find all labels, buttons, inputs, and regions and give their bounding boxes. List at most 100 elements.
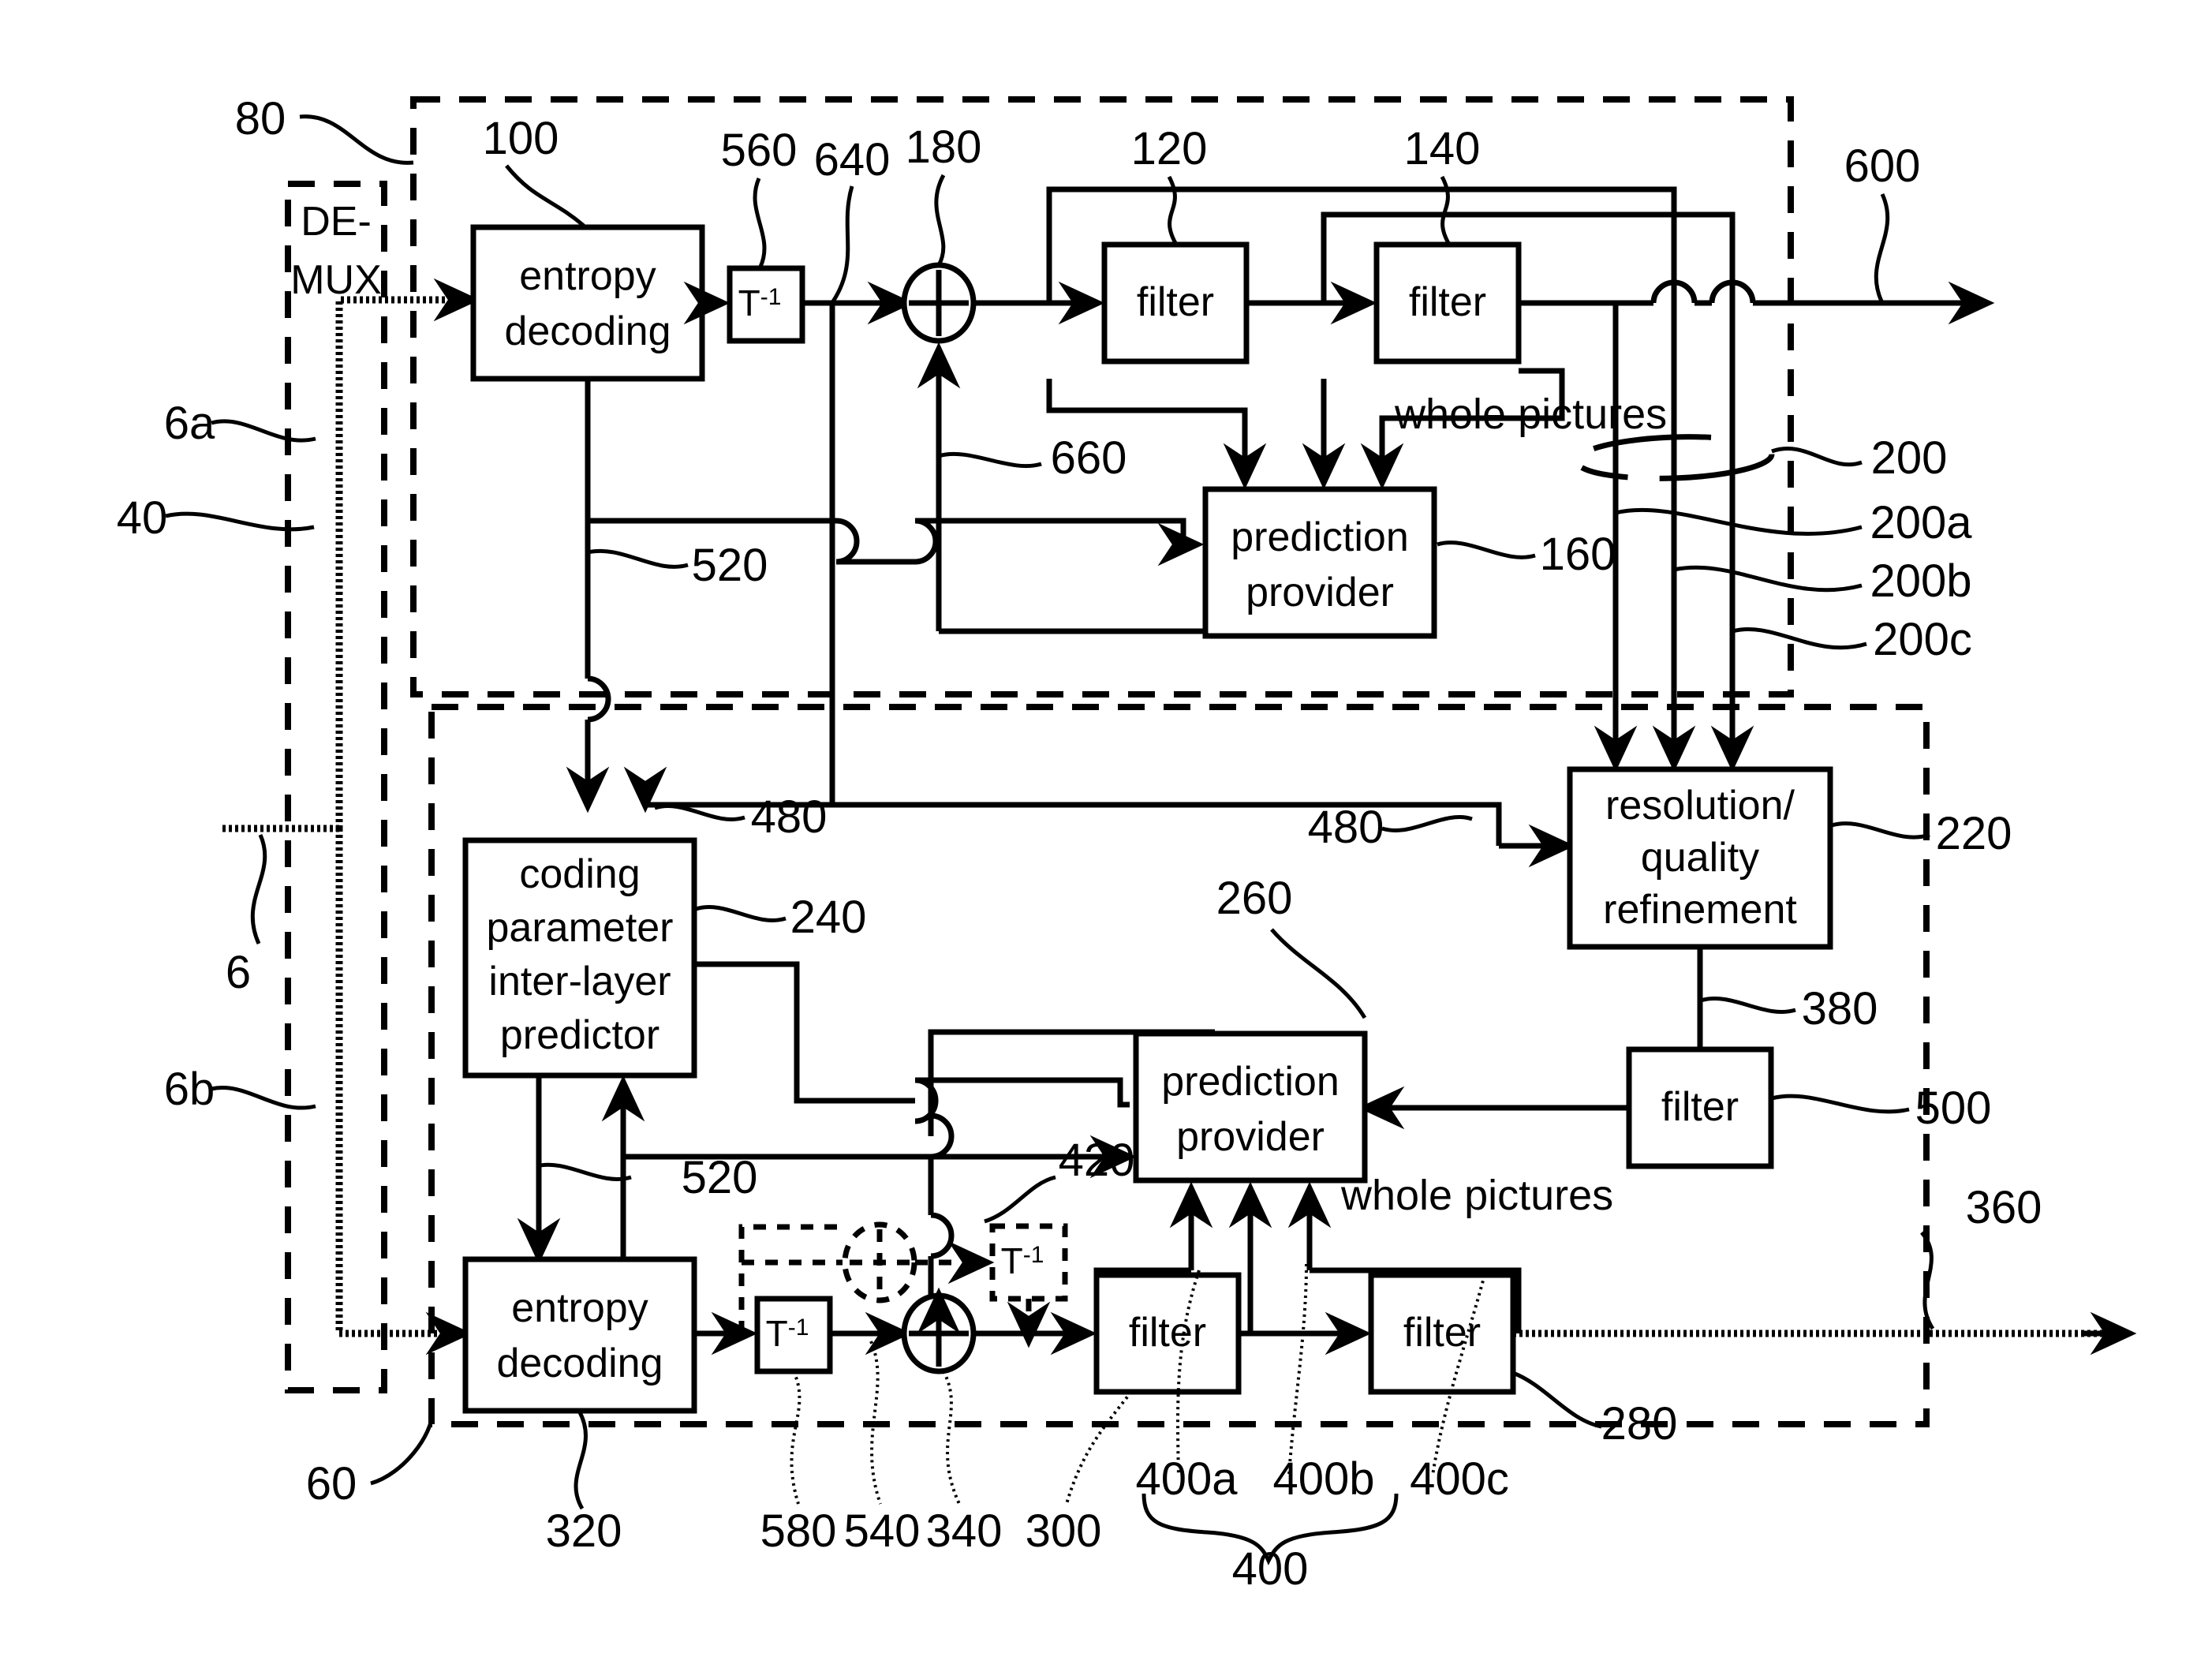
leader-480-right	[1381, 815, 1473, 832]
ref-6b: 6b	[164, 1064, 215, 1115]
ref-260: 260	[1216, 873, 1293, 924]
leader-560	[753, 178, 767, 268]
bitstream-6b-path	[335, 828, 458, 1337]
leader-340	[942, 1371, 961, 1505]
block-label-pp-bot-line1: prediction	[1161, 1059, 1339, 1105]
block-label-demux-line2: MUX	[290, 257, 382, 303]
block-label-cp-line2: parameter	[487, 905, 674, 951]
ref-80: 80	[235, 93, 286, 144]
block-label-filter-140: filter	[1409, 279, 1486, 325]
block-label-cp-line4: predictor	[500, 1012, 659, 1058]
ref-160: 160	[1540, 529, 1616, 580]
figure-canvas: entropy decoding T-1 filter filter whole…	[0, 0, 2212, 1668]
leader-200c	[1732, 627, 1867, 650]
ref-240: 240	[790, 892, 867, 943]
leader-580	[790, 1371, 801, 1505]
leader-60	[370, 1412, 435, 1486]
leader-520-bot	[536, 1162, 632, 1181]
block-label-tinv-dashed: T-1	[1001, 1240, 1044, 1281]
leader-200b	[1673, 565, 1863, 593]
leader-400b	[1287, 1263, 1308, 1476]
ref-380: 380	[1802, 983, 1878, 1034]
ref-140: 140	[1404, 123, 1481, 174]
block-label-entropy-bot-line1: entropy	[511, 1285, 648, 1331]
ref-280: 280	[1601, 1398, 1678, 1449]
ref-500: 500	[1915, 1083, 1992, 1134]
leader-480-left	[654, 804, 745, 821]
ref-560: 560	[721, 125, 798, 176]
block-entropy-decoding-bottom	[462, 1256, 697, 1414]
ref-480-left: 480	[751, 791, 828, 843]
ref-360: 360	[1966, 1182, 2042, 1233]
ref-60: 60	[306, 1458, 357, 1509]
block-label-cp-line1: coding	[519, 851, 640, 897]
label-whole-pictures-bottom: whole pictures	[1340, 1172, 1613, 1219]
ref-40: 40	[117, 492, 168, 544]
ref-520-top: 520	[692, 540, 768, 591]
ref-400a: 400a	[1135, 1453, 1238, 1505]
bitstream-6a-path	[335, 296, 465, 828]
block-label-entropy-top-line2: decoding	[504, 309, 671, 354]
ref-540: 540	[844, 1505, 921, 1557]
block-label-resqual-line3: refinement	[1603, 887, 1797, 933]
leader-420	[984, 1175, 1056, 1224]
ref-660: 660	[1051, 432, 1127, 484]
ref-6a: 6a	[164, 398, 215, 449]
wire-sideinfo-to-pp-top	[915, 518, 1205, 567]
leader-520-top	[587, 548, 689, 569]
ref-300: 300	[1026, 1505, 1102, 1557]
ref-320: 320	[546, 1505, 622, 1557]
block-label-cp-line3: inter-layer	[488, 959, 671, 1004]
block-label-filter-400c: filter	[1403, 1310, 1481, 1356]
leader-500	[1771, 1094, 1910, 1114]
leader-600	[1874, 193, 1890, 305]
leader-300	[1065, 1390, 1133, 1505]
block-label-pp-bot-line2: provider	[1176, 1114, 1325, 1160]
wire-480-right	[832, 802, 1502, 846]
wire-jump-660a	[835, 518, 860, 565]
ref-400b: 400b	[1272, 1453, 1374, 1505]
ref-200: 200	[1871, 432, 1948, 484]
wire-jump-pp2	[930, 1113, 955, 1160]
leader-6b	[211, 1086, 316, 1110]
ref-420: 420	[1059, 1135, 1135, 1186]
ref-200b: 200b	[1870, 555, 1971, 607]
block-label-demux-line1: DE-	[301, 199, 372, 245]
leader-180	[934, 174, 946, 267]
leader-80	[299, 114, 414, 165]
ref-120: 120	[1131, 123, 1208, 174]
leader-380	[1700, 997, 1796, 1014]
block-label-entropy-bot-line2: decoding	[496, 1341, 663, 1386]
ref-200c: 200c	[1873, 614, 1972, 665]
leader-260	[1270, 928, 1367, 1019]
block-label-filter-120: filter	[1137, 279, 1214, 325]
label-whole-pictures-top: whole pictures	[1394, 391, 1667, 438]
ref-180: 180	[906, 122, 982, 173]
ref-480-right: 480	[1308, 802, 1384, 853]
ref-6: 6	[226, 947, 251, 998]
block-label-pp-top-line1: prediction	[1231, 514, 1408, 560]
ref-600: 600	[1844, 140, 1921, 192]
block-diagram-svg: entropy decoding T-1 filter filter whole…	[117, 93, 2137, 1595]
ref-400: 400	[1232, 1543, 1309, 1595]
leader-200	[1771, 446, 1863, 467]
leader-100	[505, 164, 585, 227]
wire-cp-to-pp-bot-enter	[915, 1077, 1130, 1108]
leader-660	[938, 451, 1042, 469]
leader-40	[165, 511, 315, 532]
block-entropy-decoding-top	[470, 224, 705, 382]
block-label-resqual-line1: resolution/	[1605, 783, 1795, 828]
leader-6	[250, 833, 267, 945]
leader-200a	[1615, 507, 1863, 536]
ref-100: 100	[483, 113, 559, 164]
ref-200a: 200a	[1870, 497, 1972, 548]
block-label-filter-400a: filter	[1129, 1310, 1206, 1356]
wire-jump-660b	[914, 518, 939, 565]
wire-jump-pp3	[930, 1212, 955, 1259]
leader-280	[1512, 1371, 1602, 1429]
ref-580: 580	[760, 1505, 837, 1557]
block-label-resqual-line2: quality	[1641, 835, 1759, 881]
wire-cp-out-to-pp-bot	[694, 961, 915, 1104]
leader-320	[574, 1411, 588, 1510]
leader-240	[695, 905, 787, 922]
